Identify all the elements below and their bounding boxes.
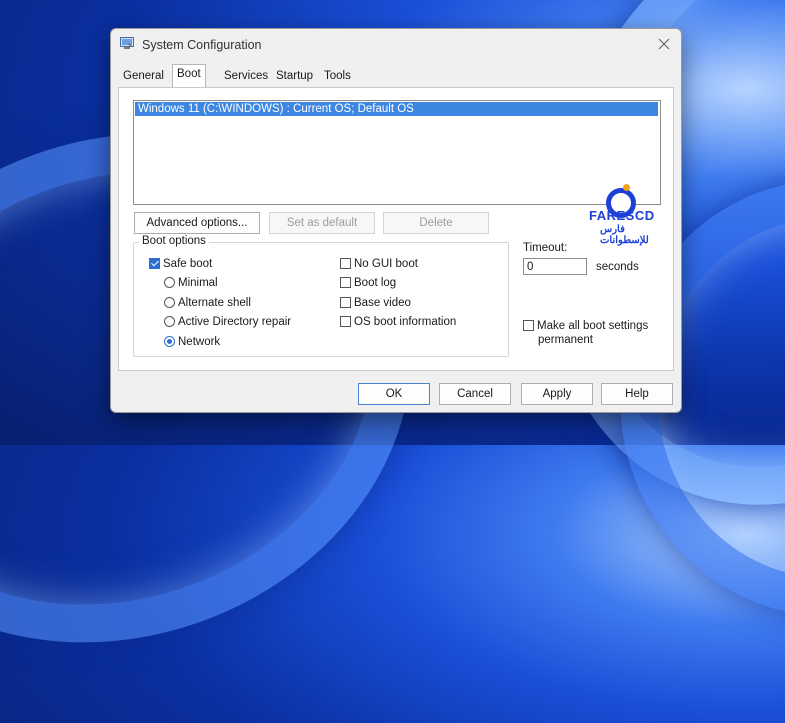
tab-services[interactable]: Services	[220, 67, 272, 86]
minimal-radio[interactable]: Minimal	[164, 275, 218, 291]
tab-boot[interactable]: Boot	[172, 64, 206, 88]
boot-log-checkbox[interactable]: Boot log	[340, 275, 396, 291]
logo-dot-icon	[623, 184, 630, 191]
active-directory-repair-label: Active Directory repair	[178, 316, 292, 328]
set-as-default-button[interactable]: Set as default	[269, 212, 375, 234]
tab-label: Boot	[177, 68, 201, 80]
base-video-label: Base video	[354, 297, 411, 309]
checkbox-icon	[340, 258, 351, 269]
minimal-label: Minimal	[178, 277, 218, 289]
tab-label: Startup	[276, 70, 314, 82]
msconfig-app-icon	[120, 37, 134, 49]
checkbox-icon	[340, 277, 351, 288]
window-title: System Configuration	[142, 38, 262, 52]
make-permanent-label-line2: permanent	[538, 334, 593, 346]
os-boot-information-checkbox[interactable]: OS boot information	[340, 314, 456, 330]
active-directory-repair-radio[interactable]: Active Directory repair	[164, 314, 291, 330]
radio-icon	[164, 316, 175, 327]
radio-icon	[164, 297, 175, 308]
timeout-label: Timeout:	[523, 242, 568, 254]
watermark-arabic: فارس للإسطوانات	[600, 224, 649, 246]
watermark-brand: FARESCD	[589, 208, 655, 223]
boot-options-group: Boot options Safe boot Minimal Alternate…	[133, 235, 509, 357]
boot-options-legend: Boot options	[139, 235, 209, 247]
cancel-button[interactable]: Cancel	[439, 383, 511, 405]
no-gui-boot-label: No GUI boot	[354, 258, 418, 270]
radio-icon	[164, 277, 175, 288]
help-button[interactable]: Help	[601, 383, 673, 405]
tab-startup[interactable]: Startup	[272, 67, 317, 86]
delete-button[interactable]: Delete	[383, 212, 489, 234]
os-boot-information-label: OS boot information	[354, 316, 457, 328]
boot-tab-panel: Windows 11 (C:\WINDOWS) : Current OS; De…	[118, 87, 674, 371]
apply-button[interactable]: Apply	[521, 383, 593, 405]
make-permanent-label-line1: Make all boot settings	[537, 320, 649, 332]
system-configuration-dialog: System Configuration General Boot Servic…	[110, 28, 682, 413]
no-gui-boot-checkbox[interactable]: No GUI boot	[340, 256, 418, 272]
boot-log-label: Boot log	[354, 277, 397, 289]
title-bar[interactable]: System Configuration	[111, 29, 681, 61]
tab-label: General	[123, 70, 164, 82]
alternate-shell-label: Alternate shell	[178, 297, 251, 309]
timeout-unit: seconds	[596, 261, 639, 273]
timeout-input[interactable]: 0	[523, 258, 587, 275]
os-boot-list[interactable]: Windows 11 (C:\WINDOWS) : Current OS; De…	[133, 100, 661, 205]
alternate-shell-radio[interactable]: Alternate shell	[164, 295, 251, 311]
os-list-item[interactable]: Windows 11 (C:\WINDOWS) : Current OS; De…	[135, 102, 658, 116]
tab-label: Services	[224, 70, 269, 82]
checkbox-icon	[340, 316, 351, 327]
safe-boot-label: Safe boot	[163, 258, 213, 270]
advanced-options-button[interactable]: Advanced options...	[134, 212, 260, 234]
safe-boot-checkbox[interactable]: Safe boot	[149, 256, 212, 272]
checkbox-icon	[340, 297, 351, 308]
checkbox-checked-icon	[149, 258, 160, 269]
base-video-checkbox[interactable]: Base video	[340, 295, 411, 311]
close-icon[interactable]	[653, 33, 675, 55]
network-label: Network	[178, 336, 221, 348]
network-radio[interactable]: Network	[164, 334, 220, 350]
ok-button[interactable]: OK	[358, 383, 430, 405]
tab-general[interactable]: General	[119, 67, 168, 86]
make-permanent-checkbox[interactable]: Make all boot settings permanent	[523, 319, 648, 349]
tab-label: Tools	[324, 70, 351, 82]
radio-selected-icon	[164, 336, 175, 347]
checkbox-icon	[523, 320, 534, 331]
tab-tools[interactable]: Tools	[320, 67, 355, 86]
